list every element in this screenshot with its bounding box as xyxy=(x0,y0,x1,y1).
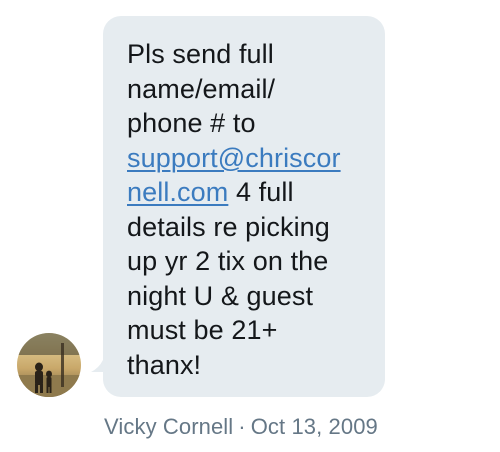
message-line: details re picking xyxy=(127,211,330,242)
message-line: name/email/ xyxy=(127,73,276,104)
message-date: Oct 13, 2009 xyxy=(250,414,378,439)
message-fragment: 4 full xyxy=(228,177,294,207)
dm-thread: Pls send full name/email/ phone # to sup… xyxy=(0,0,500,452)
avatar-photo-icon xyxy=(17,333,81,397)
message-meta: Vicky Cornell · Oct 13, 2009 xyxy=(104,414,378,440)
sender-name[interactable]: Vicky Cornell xyxy=(104,414,233,439)
message-line: night U & guest xyxy=(127,280,314,311)
message-text: Pls send full name/email/ phone # to sup… xyxy=(127,37,373,382)
email-link[interactable]: support@chriscor xyxy=(127,143,341,173)
sender-avatar[interactable] xyxy=(17,333,81,397)
message-line: phone # to xyxy=(127,108,256,138)
email-link-continued[interactable]: nell.com xyxy=(127,177,228,207)
message-line: Pls send full xyxy=(127,39,274,69)
meta-separator: · xyxy=(238,414,246,439)
message-line: must be 21+ xyxy=(127,315,278,345)
message-line: support@chriscor xyxy=(127,141,373,176)
message-line: nell.com 4 full xyxy=(127,175,373,210)
message-line: thanx! xyxy=(127,349,202,380)
message-line: up yr 2 tix on the xyxy=(127,246,329,276)
message-bubble: Pls send full name/email/ phone # to sup… xyxy=(103,16,385,397)
